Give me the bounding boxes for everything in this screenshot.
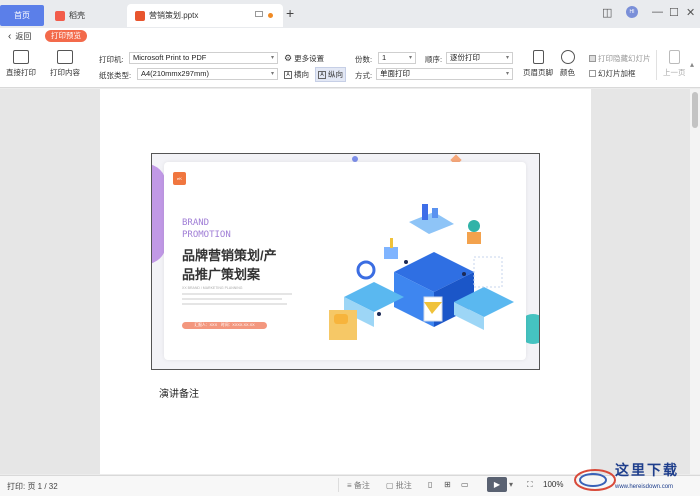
tab-home[interactable]: 首页 [0, 5, 44, 26]
ppt-file-icon [135, 10, 145, 21]
unsaved-dot-icon [268, 13, 273, 18]
play-button[interactable]: ▶ [487, 477, 507, 492]
logo-icon: eK [173, 172, 186, 185]
header-footer-button[interactable]: 页眉页脚 [523, 50, 553, 78]
paper-select[interactable]: A4(210mmx297mm) [137, 68, 278, 80]
reading-view-button[interactable]: ▭ [461, 480, 469, 489]
portrait-icon: A [318, 70, 326, 79]
annotate-icon: ▢ [386, 481, 394, 490]
slide-thumbnail: eK BRAND PROMOTION 品牌营销策划/产 品推广策划案 XX BR… [151, 153, 540, 370]
speaker-notes-label: 演讲备注 [159, 389, 199, 400]
text-line-placeholder [182, 293, 292, 295]
direct-print-button[interactable]: 直接打印 [6, 50, 36, 78]
chevron-left-icon: ‹ [8, 31, 12, 42]
prev-page-icon [668, 50, 680, 64]
printer-icon [13, 50, 29, 64]
watermark-url: www.hereisdown.com [615, 484, 674, 490]
landscape-icon: A [284, 70, 292, 79]
direct-print-label: 直接打印 [6, 68, 36, 77]
paper-label: 纸张类型: [99, 71, 132, 80]
zoom-level[interactable]: 100% [543, 480, 563, 489]
checkbox-icon [589, 55, 596, 62]
prev-page-label: 上一页 [663, 68, 686, 77]
more-settings-label: 更多设置 [294, 54, 325, 63]
print-preview-badge: 打印预览 [45, 30, 87, 42]
order-label: 顺序: [425, 55, 443, 64]
annotate-toggle-label: 批注 [395, 481, 412, 490]
close-button[interactable]: ✕ [686, 6, 695, 19]
portrait-label: 纵向 [328, 70, 343, 79]
scrollbar-thumb[interactable] [692, 92, 698, 128]
color-icon [560, 50, 575, 64]
mode-select[interactable]: 单面打印 [376, 68, 513, 80]
slide-content: eK BRAND PROMOTION 品牌营销策划/产 品推广策划案 XX BR… [164, 162, 526, 360]
slide-frame-label: 幻灯片加框 [598, 69, 636, 78]
play-menu-chevron-icon[interactable]: ▾ [509, 480, 513, 489]
slide-title-line2: 品推广策划案 [182, 267, 261, 282]
order-select[interactable]: 逐份打印 [446, 52, 513, 64]
more-settings-button[interactable]: ⚙ 更多设置 [284, 53, 324, 64]
annotate-toggle[interactable]: ▢ 批注 [386, 480, 412, 491]
divider [656, 50, 657, 80]
slide-title-line1: 品牌营销策划/产 [182, 248, 277, 263]
print-content-button[interactable]: 打印内容 [50, 50, 80, 78]
printer-label: 打印机: [99, 55, 124, 64]
presenter-pill: 汇报人：XXX 时间：XXXX.XX.XX [182, 322, 267, 329]
avatar[interactable]: HI [626, 6, 638, 18]
printer-select[interactable]: Microsoft Print to PDF [129, 52, 278, 64]
checkbox-icon [589, 70, 596, 77]
copies-stepper[interactable]: 1 [378, 52, 416, 64]
copies-label: 份数: [355, 55, 373, 64]
header-footer-label: 页眉页脚 [523, 68, 553, 77]
tab-document-label: 营销策划.pptx [149, 11, 199, 20]
gear-icon: ⚙ [284, 53, 293, 63]
toolbar-scroll-icon[interactable]: ▴ [690, 60, 700, 80]
content-icon [57, 50, 73, 64]
layout-icon[interactable]: ◫ [602, 6, 612, 19]
normal-view-button[interactable]: ▯ [428, 480, 432, 489]
divider [338, 478, 339, 492]
window-mode-icon[interactable] [255, 11, 263, 17]
maximize-button[interactable]: ☐ [669, 6, 679, 19]
back-label: 返回 [15, 32, 32, 41]
isometric-illustration [329, 204, 514, 340]
back-button[interactable]: ‹ 返回 [8, 31, 31, 42]
notes-toggle[interactable]: ≡ 备注 [347, 480, 370, 491]
docer-icon [55, 10, 65, 21]
color-label: 颜色 [560, 68, 575, 77]
mode-label: 方式: [355, 71, 373, 80]
brand-line1: BRAND [182, 218, 210, 228]
play-icon: ▶ [493, 480, 501, 489]
text-line-placeholder [182, 303, 287, 305]
notes-toggle-label: 备注 [353, 481, 370, 490]
header-footer-icon [532, 50, 544, 64]
slide-frame-checkbox[interactable]: 幻灯片加框 [589, 68, 636, 79]
grid-view-button[interactable]: ⊞ [444, 480, 451, 489]
color-button[interactable]: 颜色 [560, 50, 575, 78]
vertical-scrollbar[interactable] [690, 89, 700, 474]
landscape-button[interactable]: A 横向 [284, 69, 309, 80]
brand-line2: PROMOTION [182, 230, 231, 240]
site-watermark: 这里下载 www.hereisdown.com [565, 456, 700, 496]
tab-docer-label: 稻壳 [69, 11, 85, 20]
tab-docer[interactable]: 稻壳 [47, 4, 123, 27]
text-line-placeholder [182, 298, 282, 300]
portrait-button[interactable]: A 纵向 [315, 67, 346, 82]
fit-window-icon[interactable]: ⛶ [527, 480, 533, 490]
page-indicator: 打印: 页 1 / 32 [7, 482, 58, 491]
landscape-label: 横向 [294, 70, 309, 79]
notes-icon: ≡ [347, 481, 352, 490]
minimize-button[interactable]: — [652, 6, 663, 18]
new-tab-button[interactable]: + [286, 5, 294, 21]
print-hidden-checkbox[interactable]: 打印隐藏幻灯片 [589, 53, 651, 64]
print-content-label: 打印内容 [50, 68, 80, 77]
watermark-text: 这里下载 [615, 462, 679, 478]
prev-page-button[interactable]: 上一页 [663, 50, 686, 78]
slide-subtitle: XX BRAND / MARKETING PLANNING [182, 286, 243, 290]
print-hidden-label: 打印隐藏幻灯片 [598, 54, 651, 63]
